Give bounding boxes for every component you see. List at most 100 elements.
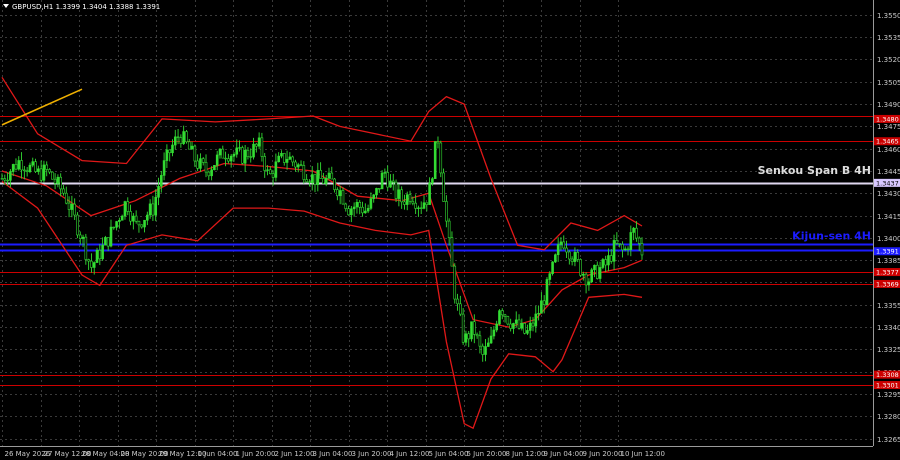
- candle-body: [344, 203, 348, 209]
- candle-body: [39, 168, 43, 181]
- price-tag-label: 1.3301: [876, 381, 899, 389]
- candle-body: [635, 227, 638, 239]
- candle-body: [20, 160, 23, 171]
- candle-body: [34, 161, 37, 172]
- candle-body: [87, 259, 90, 262]
- y-tick-label: 1.3280: [877, 413, 900, 421]
- candle-body: [106, 237, 110, 247]
- candle-body: [632, 227, 635, 233]
- candle-body: [447, 220, 451, 239]
- candle-body: [118, 219, 121, 222]
- candle-body: [185, 131, 188, 143]
- candle-body: [37, 168, 40, 172]
- candle-body: [257, 137, 261, 147]
- price-tag-label: 1.3369: [876, 280, 899, 288]
- candle-body: [45, 164, 49, 170]
- candle-body: [252, 143, 255, 158]
- candle-body: [593, 264, 596, 271]
- candle-body: [579, 259, 582, 276]
- annotation-label: Senkou Span B 4H: [758, 164, 871, 177]
- y-tick-label: 1.3445: [877, 168, 900, 176]
- y-tick-label: 1.3385: [877, 257, 900, 265]
- candle-body: [308, 181, 311, 183]
- candle-body: [76, 214, 79, 236]
- candle-body: [143, 219, 146, 228]
- candle-body: [590, 269, 593, 283]
- candle-body: [439, 142, 443, 174]
- y-tick-label: 1.3460: [877, 146, 900, 154]
- candle-body: [506, 316, 510, 325]
- candle-body: [274, 161, 278, 178]
- candle-body: [324, 177, 328, 184]
- candle-body: [132, 215, 135, 222]
- candle-body: [386, 172, 389, 188]
- candle-body: [53, 178, 57, 184]
- candle-body: [120, 215, 124, 221]
- candle-body: [517, 319, 521, 329]
- candle-body: [266, 169, 269, 171]
- price-tag-label: 1.3308: [876, 371, 899, 379]
- candle-body: [500, 310, 504, 316]
- candle-body: [523, 323, 526, 334]
- candle-body: [207, 171, 211, 177]
- candle-body: [84, 236, 88, 260]
- candle-body: [461, 313, 465, 343]
- candle-body: [25, 170, 29, 172]
- candle-body: [90, 260, 93, 268]
- price-tag-label: 1.3480: [876, 115, 899, 123]
- candle-body: [241, 147, 244, 164]
- candle-body: [296, 164, 300, 168]
- candle-body: [400, 189, 403, 203]
- candle-body: [280, 153, 283, 157]
- candle-body: [64, 192, 68, 204]
- candle-body: [0, 178, 4, 180]
- candle-body: [364, 210, 367, 214]
- candle-body: [243, 149, 247, 164]
- candle-body: [366, 208, 370, 212]
- candle-body: [81, 236, 85, 239]
- candle-body: [238, 147, 241, 149]
- candle-body: [316, 170, 320, 185]
- candle-body: [215, 154, 219, 166]
- candle-body: [495, 323, 498, 331]
- candle-body: [355, 201, 359, 208]
- candle-body: [554, 254, 557, 263]
- candle-body: [372, 194, 376, 199]
- candle-body: [405, 194, 409, 205]
- candle-body: [168, 149, 171, 154]
- candle-body: [336, 189, 339, 197]
- candle-body: [126, 201, 130, 212]
- candle-body: [165, 149, 169, 161]
- price-chart: Senkou Span B 4H Kijun-sen 4H 1.3550 1.353…: [0, 0, 900, 460]
- candle-body: [464, 333, 468, 343]
- x-tick-label: 3 Jun 20:00: [352, 450, 392, 458]
- candle-body: [11, 164, 15, 172]
- y-tick-label: 1.3340: [877, 324, 900, 332]
- y-tick-label: 1.3400: [877, 235, 900, 243]
- candle-body: [232, 153, 236, 157]
- candle-body: [157, 186, 160, 198]
- candle-body: [210, 169, 213, 177]
- candle-body: [509, 323, 512, 329]
- price-tag-label: 1.3465: [876, 138, 899, 146]
- candle-body: [615, 240, 619, 244]
- candle-body: [6, 179, 9, 182]
- candle-body: [358, 201, 362, 208]
- candle-body: [369, 198, 373, 209]
- candle-body: [271, 173, 275, 178]
- candle-body: [375, 188, 378, 196]
- candle-body: [548, 273, 552, 280]
- candle-body: [587, 281, 591, 286]
- candle-body: [218, 148, 222, 156]
- candle-body: [411, 200, 415, 204]
- candle-body: [285, 159, 289, 163]
- candle-body: [59, 176, 62, 190]
- candle-body: [319, 170, 322, 179]
- x-tick-label: 3 Jun 04:00: [313, 450, 353, 458]
- candle-body: [190, 145, 194, 150]
- candle-body: [498, 310, 501, 325]
- candle-body: [391, 180, 395, 183]
- candle-body: [492, 329, 496, 337]
- candle-body: [626, 248, 630, 251]
- candle-body: [526, 330, 529, 334]
